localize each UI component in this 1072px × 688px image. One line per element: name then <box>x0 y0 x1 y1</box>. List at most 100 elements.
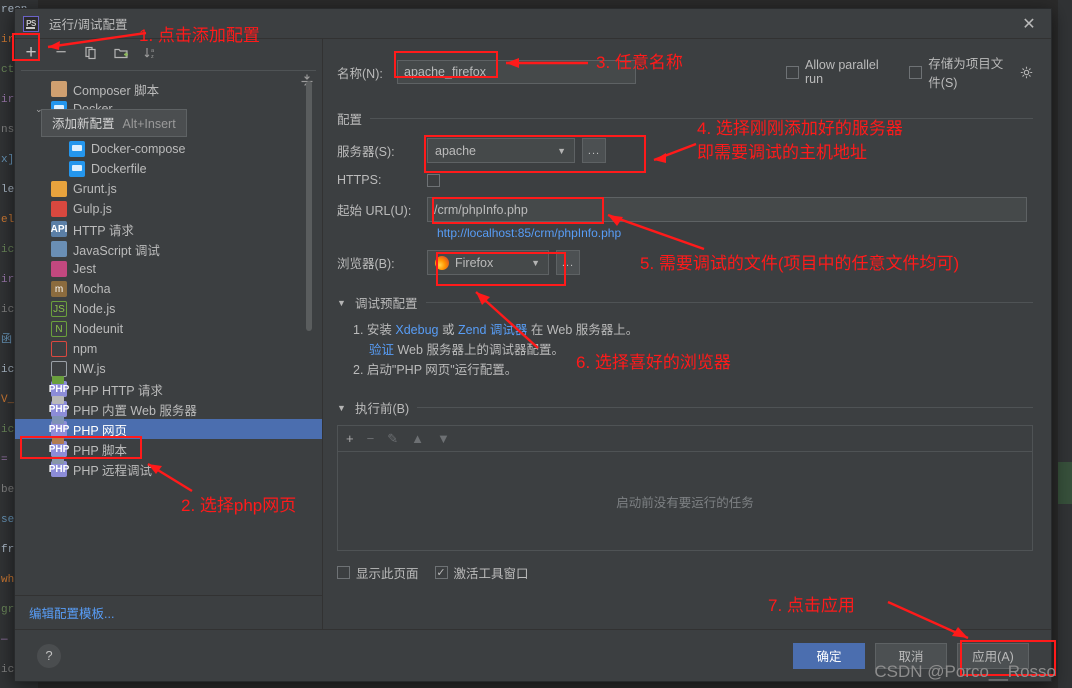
mocha-icon: m <box>51 281 67 297</box>
close-icon[interactable]: ✕ <box>1011 10 1047 38</box>
config-group-title: 配置 <box>337 113 363 127</box>
tooltip-shortcut: Alt+Insert <box>122 117 176 131</box>
http-request-icon: API <box>51 221 67 237</box>
https-label: HTTPS: <box>337 173 382 187</box>
add-configuration-tooltip: 添加新配置 Alt+Insert <box>41 109 187 137</box>
debug-preset-step-1: 1. 安装 Xdebug 或 Zend 调试器 在 Web 服务器上。 <box>353 320 1033 340</box>
php-script-icon: PHP <box>49 436 69 457</box>
browser-browse-button[interactable]: ... <box>556 250 580 275</box>
javascript-debug-icon <box>51 241 67 257</box>
ok-button[interactable]: 确定 <box>793 642 865 669</box>
allow-parallel-run-checkbox[interactable] <box>785 65 799 79</box>
group-separator-line <box>370 118 1033 119</box>
debug-preset-step-1-sub: 验证 Web 服务器上的调试器配置。 <box>353 340 1033 360</box>
edit-configuration-templates-link[interactable]: 编辑配置模板... <box>29 603 114 622</box>
composer-icon <box>51 81 67 97</box>
before-launch-task-box: + − ✎ ▲ ▼ 启动前没有要运行的任务 <box>337 425 1033 551</box>
configuration-detail-panel: 名称(N): Allow parallel run 存储为项目文件(S) <box>323 39 1051 629</box>
server-label: 服务器(S): <box>337 145 395 159</box>
remove-task-button[interactable]: − <box>367 431 375 446</box>
server-browse-button[interactable]: ... <box>582 138 606 163</box>
add-configuration-button[interactable]: + <box>21 43 41 63</box>
configurations-left-panel: + − a z 添加新配置 Alt+Insert Composer 脚本 ⌄ D… <box>15 39 323 629</box>
npm-icon <box>51 341 67 357</box>
tree-item-8[interactable]: JavaScript 调试 <box>15 239 322 259</box>
start-url-label: 起始 URL(U): <box>337 204 412 218</box>
group-separator-line <box>425 302 1033 303</box>
add-task-button[interactable]: + <box>346 431 354 446</box>
chevron-down-icon[interactable]: ▼ <box>337 298 347 308</box>
help-button[interactable]: ? <box>37 643 61 668</box>
server-dropdown[interactable]: apache ▼ <box>427 138 575 163</box>
jest-icon <box>51 261 67 277</box>
before-launch-header: ▼ 执行前(B) <box>337 398 1033 417</box>
server-selected-value: apache <box>435 143 477 158</box>
step1-suffix: 在 Web 服务器上。 <box>527 323 639 337</box>
step1-sub-text: Web 服务器上的调试器配置。 <box>394 343 564 357</box>
store-as-project-file-checkbox[interactable] <box>909 65 923 79</box>
tree-item-10[interactable]: m Mocha <box>15 279 322 299</box>
gulp-icon <box>51 201 67 217</box>
tree-item-3[interactable]: Docker-compose <box>15 139 322 159</box>
https-row: HTTPS: <box>337 173 1033 187</box>
resolved-url-text: http://localhost:85/crm/phpInfo.php <box>437 226 622 240</box>
validate-link[interactable]: 验证 <box>369 343 394 357</box>
move-down-icon[interactable]: ▼ <box>437 431 450 446</box>
tree-item-label: Mocha <box>73 282 111 296</box>
zend-debugger-link[interactable]: Zend 调试器 <box>458 323 527 337</box>
tree-item-19[interactable]: PHP PHP 远程调试 <box>15 456 322 479</box>
debug-preset-steps: 1. 安装 Xdebug 或 Zend 调试器 在 Web 服务器上。 验证 W… <box>337 320 1033 380</box>
apply-button[interactable]: 应用(A) <box>957 642 1029 669</box>
start-url-input[interactable] <box>427 197 1027 222</box>
show-this-page-checkbox[interactable] <box>337 566 350 579</box>
step1-prefix: 1. 安装 <box>353 323 396 337</box>
folder-add-icon[interactable] <box>111 43 131 63</box>
remove-configuration-button[interactable]: − <box>51 43 71 63</box>
sort-az-icon[interactable]: a z <box>141 43 161 63</box>
tree-item-label: Dockerfile <box>91 162 147 176</box>
tree-item-5[interactable]: Grunt.js <box>15 179 322 199</box>
tree-item-label: JavaScript 调试 <box>73 243 160 258</box>
tree-item-label: NW.js <box>73 362 106 376</box>
tree-item-label: PHP HTTP 请求 <box>73 383 163 398</box>
chevron-down-icon: ▼ <box>557 145 566 156</box>
server-row: 服务器(S): apache ▼ ... <box>337 138 1033 163</box>
browser-dropdown[interactable]: Firefox ▼ <box>427 250 549 275</box>
tree-item-7[interactable]: API HTTP 请求 <box>15 219 322 239</box>
tree-item-4[interactable]: Dockerfile <box>15 159 322 179</box>
docker-icon <box>69 161 85 177</box>
copy-configuration-icon[interactable] <box>81 43 101 63</box>
docker-icon <box>69 141 85 157</box>
tree-item-12[interactable]: N Nodeunit <box>15 319 322 339</box>
debug-preset-title: 调试预配置 <box>355 297 418 311</box>
chevron-down-icon[interactable]: ▼ <box>337 403 347 413</box>
xdebug-link[interactable]: Xdebug <box>395 323 438 337</box>
dialog-titlebar: PS 运行/调试配置 ✕ <box>15 9 1051 39</box>
activate-tool-window-checkbox[interactable]: ✓ <box>434 566 448 579</box>
configuration-types-tree[interactable]: Composer 脚本⌄DockerDocker 镜像Docker-compos… <box>15 71 322 595</box>
nodejs-icon: JS <box>51 301 67 317</box>
tree-item-label: Nodeunit <box>73 322 124 336</box>
configuration-form: 名称(N): Allow parallel run 存储为项目文件(S) <box>323 39 1051 629</box>
move-up-icon[interactable]: ▲ <box>411 431 424 446</box>
tree-item-label: Docker-compose <box>91 142 186 156</box>
cancel-button[interactable]: 取消 <box>875 642 947 669</box>
tree-item-9[interactable]: Jest <box>15 259 322 279</box>
gear-icon[interactable] <box>1020 65 1033 79</box>
https-checkbox[interactable] <box>427 173 440 187</box>
before-launch-group: ▼ 执行前(B) + − ✎ ▲ ▼ 启动前没有要运行的任务 显示此页面 ✓ 激… <box>337 398 1033 582</box>
tree-item-13[interactable]: npm <box>15 339 322 359</box>
name-input[interactable] <box>397 60 636 84</box>
php-web-page-icon: PHP <box>49 416 69 437</box>
tree-item-0[interactable]: Composer 脚本 <box>15 79 322 99</box>
tree-item-6[interactable]: Gulp.js <box>15 199 322 219</box>
edit-task-icon[interactable]: ✎ <box>387 431 398 447</box>
php-http-request-icon: PHP <box>49 376 69 397</box>
dialog-body: + − a z 添加新配置 Alt+Insert Composer 脚本 ⌄ D… <box>15 39 1051 629</box>
browser-label: 浏览器(B): <box>337 257 395 271</box>
start-url-row: 起始 URL(U): <box>337 197 1033 222</box>
tree-item-11[interactable]: JS Node.js <box>15 299 322 319</box>
config-group: 配置 服务器(S): apache ▼ ... HTTPS: 起始 URL(U)… <box>337 109 1033 275</box>
grunt-icon <box>51 181 67 197</box>
tree-item-label: Node.js <box>73 302 116 316</box>
